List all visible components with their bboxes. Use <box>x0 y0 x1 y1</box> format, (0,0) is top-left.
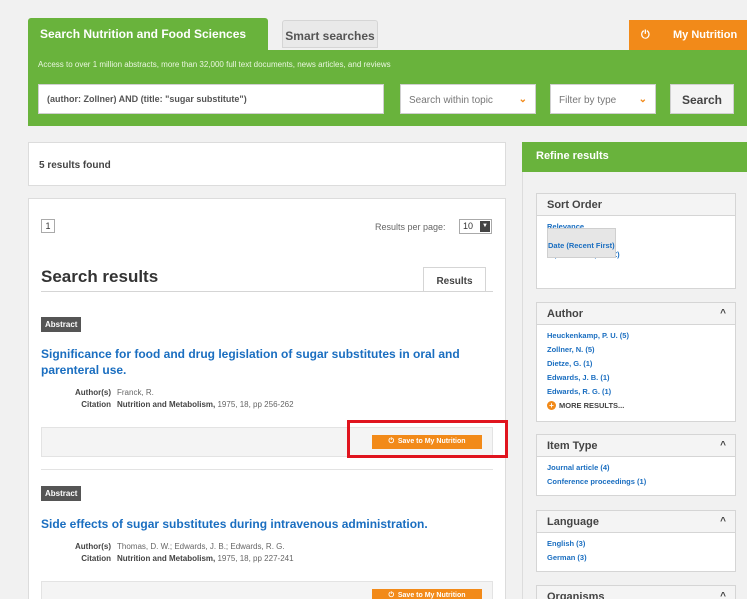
facet-language: Language ^ English (3) German (3) <box>536 510 736 572</box>
authors-value: Thomas, D. W.; Edwards, J. B.; Edwards, … <box>117 542 285 551</box>
facet-heading[interactable]: Item Type ^ <box>537 435 735 457</box>
authors-label: Author(s) <box>75 388 111 397</box>
facet-heading-label: Language <box>547 516 599 528</box>
language-filter-item[interactable]: English (3) <box>547 537 729 551</box>
author-filter-item[interactable]: Edwards, J. B. (1) <box>547 371 729 385</box>
page-number-1[interactable]: 1 <box>41 219 55 233</box>
result-meta: Author(s) Thomas, D. W.; Edwards, J. B.; … <box>41 541 294 565</box>
chevron-down-icon: ⌄ <box>518 94 527 105</box>
citation-label: Citation <box>81 554 111 563</box>
chevron-down-icon: ⌄ <box>638 94 647 105</box>
facet-heading: Sort Order <box>537 194 735 216</box>
author-filter-item[interactable]: Dietze, G. (1) <box>547 357 729 371</box>
authors-label: Author(s) <box>75 542 111 551</box>
results-count: 5 results found <box>39 160 111 171</box>
chevron-up-icon: ^ <box>720 591 726 599</box>
power-icon: ⏻ <box>388 592 394 599</box>
authors-value: Franck, R. <box>117 388 154 397</box>
facet-sort-order: Sort Order Relevance Date (Recent First)… <box>536 193 736 289</box>
item-type-filter-item[interactable]: Conference proceedings (1) <box>547 475 729 489</box>
save-to-my-nutrition-button[interactable]: ⏻ Save to My Nutrition <box>372 589 482 599</box>
chevron-up-icon: ^ <box>720 308 726 319</box>
search-input[interactable]: (author: Zollner) AND (title: "sugar sub… <box>38 84 384 114</box>
facet-author: Author ^ Heuckenkamp, P. U. (5) Zollner,… <box>536 302 736 422</box>
citation-details: 1975, 18, pp 227-241 <box>217 554 294 563</box>
facet-heading[interactable]: Language ^ <box>537 511 735 533</box>
page: Search Nutrition and Food Sciences Smart… <box>0 0 747 599</box>
author-filter-item[interactable]: Zollner, N. (5) <box>547 343 729 357</box>
divider <box>41 291 493 292</box>
result-meta: Author(s) Franck, R. Citation Nutrition an… <box>41 387 294 411</box>
facet-heading-label: Item Type <box>547 440 598 452</box>
topic-select[interactable]: Search within topic ⌄ <box>400 84 536 114</box>
sort-option-date-recent[interactable]: Date (Recent First) <box>547 228 616 258</box>
chevron-up-icon: ^ <box>720 516 726 527</box>
more-results-label: MORE RESULTS... <box>559 401 625 410</box>
tab-results[interactable]: Results <box>423 267 486 292</box>
results-per-page-label: Results per page: <box>375 222 446 232</box>
citation-details: 1975, 18, pp 256-262 <box>217 400 294 409</box>
search-button[interactable]: Search <box>670 84 734 114</box>
type-select-label: Filter by type <box>559 95 617 106</box>
author-filter-item[interactable]: Edwards, R. G. (1) <box>547 385 729 399</box>
plus-icon: + <box>547 401 556 410</box>
result-title-link[interactable]: Significance for food and drug legislati… <box>41 346 481 378</box>
facet-heading-label: Organisms <box>547 591 605 599</box>
language-filter-item[interactable]: German (3) <box>547 551 729 565</box>
search-panel: Access to over 1 million abstracts, more… <box>28 50 747 126</box>
results-heading: Search results <box>41 267 159 286</box>
result-actions: ⏻ Save to My Nutrition <box>41 581 493 599</box>
results-per-page-select[interactable]: 10 ▼ <box>459 219 492 234</box>
topic-select-label: Search within topic <box>409 95 493 106</box>
chevron-down-icon: ▼ <box>480 221 490 232</box>
facet-item-type: Item Type ^ Journal article (4) Conferen… <box>536 434 736 496</box>
citation-label: Citation <box>81 400 111 409</box>
facet-heading[interactable]: Organisms ^ <box>537 586 735 599</box>
power-icon: ⏻ <box>641 29 650 41</box>
result-type-badge: Abstract <box>41 486 82 501</box>
results-count-panel: 5 results found <box>28 142 506 186</box>
item-type-filter-item[interactable]: Journal article (4) <box>547 461 729 475</box>
my-nutrition-button[interactable]: ⏻ My Nutrition <box>629 20 747 50</box>
citation-journal: Nutrition and Metabolism, <box>117 554 216 563</box>
save-button-label: Save to My Nutrition <box>397 592 466 599</box>
tab-search-nutrition[interactable]: Search Nutrition and Food Sciences <box>28 18 268 50</box>
type-select[interactable]: Filter by type ⌄ <box>550 84 656 114</box>
facet-heading[interactable]: Author ^ <box>537 303 735 325</box>
my-nutrition-label: My Nutrition <box>673 29 738 41</box>
more-results-link[interactable]: + MORE RESULTS... <box>547 399 729 413</box>
results-panel: 1 Results per page: 10 ▼ Search results … <box>28 198 506 599</box>
tab-smart-searches[interactable]: Smart searches <box>282 20 378 48</box>
facet-heading-label: Author <box>547 308 584 320</box>
result-title-link[interactable]: Side effects of sugar substitutes during… <box>41 516 481 532</box>
coverage-info: Access to over 1 million abstracts, more… <box>38 60 391 69</box>
highlight-box <box>347 420 508 458</box>
chevron-up-icon: ^ <box>720 440 726 451</box>
result-type-badge: Abstract <box>41 317 82 332</box>
citation-journal: Nutrition and Metabolism, <box>117 400 216 409</box>
results-per-page-value: 10 <box>463 221 474 231</box>
facet-organisms: Organisms ^ <box>536 585 736 599</box>
refine-results-header: Refine results <box>522 142 747 172</box>
divider <box>41 469 493 470</box>
author-filter-item[interactable]: Heuckenkamp, P. U. (5) <box>547 329 729 343</box>
